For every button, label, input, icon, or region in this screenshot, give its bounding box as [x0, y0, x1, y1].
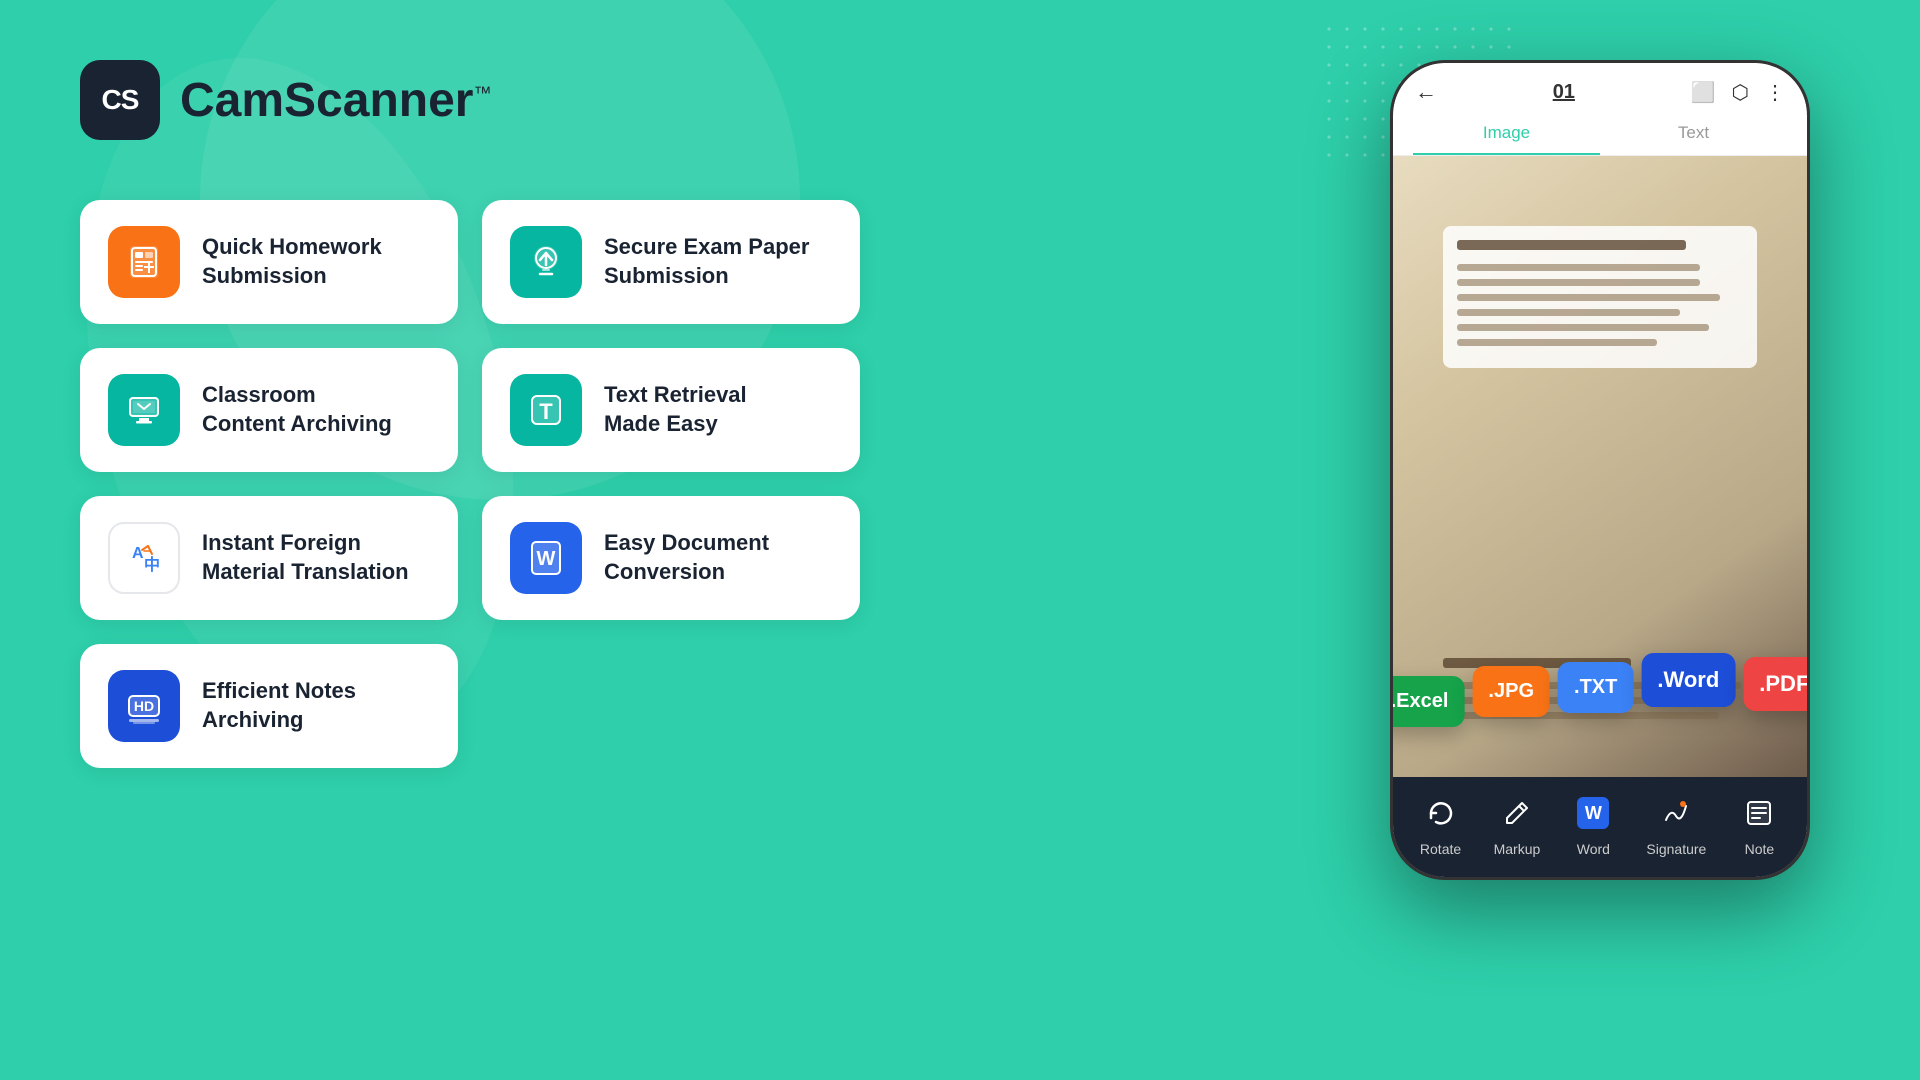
book-line-6 [1457, 339, 1657, 346]
more-icon[interactable]: ⋮ [1765, 80, 1785, 105]
signature-icon [1654, 791, 1698, 835]
svg-text:中: 中 [144, 555, 160, 574]
translation-label: Instant ForeignMaterial Translation [202, 529, 409, 586]
phone-mockup: ← 01 ⬜ ⬡ ⋮ Image Text [1390, 60, 1810, 880]
notes-icon-wrap: HD [108, 670, 180, 742]
feature-card-translation[interactable]: A 中 Instant ForeignMaterial Translation [80, 496, 458, 620]
conversion-label: Easy DocumentConversion [604, 529, 769, 586]
svg-text:T: T [539, 399, 553, 424]
badge-txt: .TXT [1558, 662, 1633, 713]
svg-text:A: A [132, 545, 144, 562]
word-icon: W [526, 538, 566, 578]
logo: CS CamScanner™ [80, 60, 860, 140]
share-icon[interactable]: ⬡ [1732, 80, 1749, 105]
book-heading-line [1457, 240, 1686, 250]
toolbar-word[interactable]: W Word [1571, 791, 1615, 857]
phone-action-icons: ⬜ ⬡ ⋮ [1691, 80, 1785, 105]
tab-text[interactable]: Text [1600, 113, 1787, 155]
word-toolbar-icon: W [1571, 791, 1615, 835]
note-svg [1744, 798, 1774, 828]
book-line-4 [1457, 309, 1680, 316]
tab-image[interactable]: Image [1413, 113, 1600, 155]
logo-name: CamScanner™ [180, 73, 491, 128]
toolbar-signature[interactable]: Signature [1646, 791, 1706, 857]
feature-card-text-retrieval[interactable]: T Text RetrievalMade Easy [482, 348, 860, 472]
secure-exam-label: Secure Exam PaperSubmission [604, 233, 809, 290]
hd-icon: HD [124, 686, 164, 726]
features-grid: Quick HomeworkSubmission Secure Exam Pap… [80, 200, 860, 768]
logo-icon: CS [80, 60, 160, 140]
badge-pdf: .PDF [1743, 657, 1807, 711]
right-panel: ← 01 ⬜ ⬡ ⋮ Image Text [1340, 60, 1860, 1020]
classroom-label: ClassroomContent Archiving [202, 381, 392, 438]
note-label: Note [1745, 841, 1775, 857]
conversion-icon-wrap: W [510, 522, 582, 594]
translate-icon: A 中 [124, 538, 164, 578]
feature-card-secure-exam[interactable]: Secure Exam PaperSubmission [482, 200, 860, 324]
phone-tabs: Image Text [1393, 113, 1807, 156]
classroom-icon-wrap [108, 374, 180, 446]
svg-text:HD: HD [134, 698, 154, 714]
feature-card-notes[interactable]: HD Efficient NotesArchiving [80, 644, 458, 768]
phone-screen: ← 01 ⬜ ⬡ ⋮ Image Text [1393, 63, 1807, 877]
rotate-icon [1419, 791, 1463, 835]
quick-homework-label: Quick HomeworkSubmission [202, 233, 382, 290]
badge-jpg: .JPG [1472, 666, 1550, 717]
badge-word: .Word [1641, 653, 1735, 707]
text-T-icon: T [526, 390, 566, 430]
feature-card-conversion[interactable]: W Easy DocumentConversion [482, 496, 860, 620]
phone-topbar: ← 01 ⬜ ⬡ ⋮ [1393, 63, 1807, 113]
toolbar-rotate[interactable]: Rotate [1419, 791, 1463, 857]
signature-label: Signature [1646, 841, 1706, 857]
monitor-icon [124, 390, 164, 430]
word-badge: W [1577, 797, 1609, 829]
quick-homework-icon-wrap [108, 226, 180, 298]
book-text-block [1443, 226, 1757, 368]
svg-text:W: W [537, 548, 556, 570]
book-line-2 [1457, 279, 1700, 286]
left-panel: CS CamScanner™ Quick [80, 60, 860, 768]
secure-exam-icon-wrap [510, 226, 582, 298]
phone-toolbar: Rotate Markup W Word [1393, 777, 1807, 877]
markup-label: Markup [1494, 841, 1541, 857]
signature-svg [1661, 798, 1691, 828]
note-icon [1737, 791, 1781, 835]
phone-back-button[interactable]: ← [1415, 79, 1437, 105]
book-line-5 [1457, 324, 1709, 331]
word-label: Word [1577, 841, 1610, 857]
text-retrieval-label: Text RetrievalMade Easy [604, 381, 747, 438]
toolbar-markup[interactable]: Markup [1494, 791, 1541, 857]
translation-icon-wrap: A 中 [108, 522, 180, 594]
book-line-1 [1457, 264, 1700, 271]
crop-icon[interactable]: ⬜ [1691, 80, 1716, 105]
rotate-svg [1426, 798, 1456, 828]
format-badges-container: .Excel .JPG .TXT .Word .PDF [1393, 663, 1807, 717]
badge-excel: .Excel [1393, 676, 1464, 727]
markup-svg [1502, 798, 1532, 828]
markup-icon [1495, 791, 1539, 835]
text-retrieval-icon-wrap: T [510, 374, 582, 446]
notes-label: Efficient NotesArchiving [202, 677, 356, 734]
toolbar-note[interactable]: Note [1737, 791, 1781, 857]
rotate-label: Rotate [1420, 841, 1461, 857]
phone-doc-title: 01 [1553, 81, 1575, 104]
book-line-3 [1457, 294, 1720, 301]
upload-icon [526, 242, 566, 282]
feature-card-classroom[interactable]: ClassroomContent Archiving [80, 348, 458, 472]
feature-card-quick-homework[interactable]: Quick HomeworkSubmission [80, 200, 458, 324]
calc-icon [124, 242, 164, 282]
